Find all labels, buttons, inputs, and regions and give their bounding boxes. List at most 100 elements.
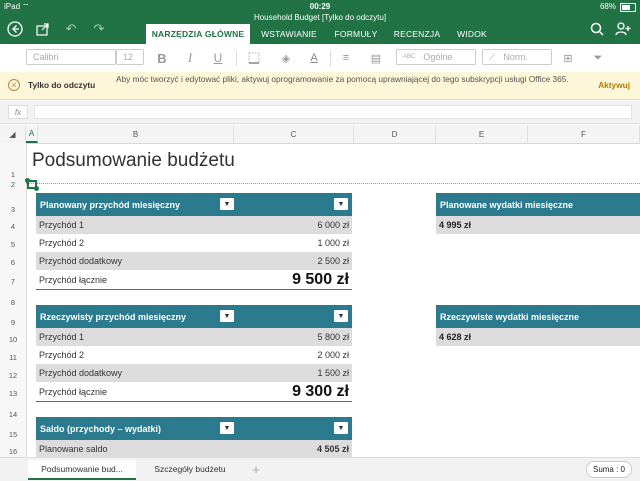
row-label: Przychód 1 [39, 220, 85, 230]
row-label: Przychód 2 [39, 350, 85, 360]
row-label: Przychód 1 [39, 332, 85, 342]
chevron-down-icon[interactable]: ▼ [334, 422, 348, 434]
font-color-icon[interactable]: A [306, 50, 322, 66]
sheet-tab-summary[interactable]: Podsumowanie bud... [28, 460, 136, 480]
chevron-down-icon[interactable]: ▼ [220, 422, 234, 434]
back-icon[interactable] [6, 20, 24, 38]
column-headers: ◢ A B C D E F [0, 125, 640, 144]
cell-style-value: Norm. [503, 52, 528, 62]
bold-button[interactable]: B [154, 50, 170, 66]
add-person-icon[interactable] [614, 20, 632, 38]
tab-view[interactable]: WIDOK [450, 24, 494, 44]
sheet-tab-details[interactable]: Szczegóły budżetu [140, 460, 240, 478]
readonly-message-bar: × Tylko do odczytu Aby móc tworzyć i edy… [0, 72, 640, 100]
row-header[interactable]: 10 [0, 335, 26, 344]
chevron-down-icon[interactable]: ▼ [334, 310, 348, 322]
undo-icon[interactable]: ↶ [62, 20, 80, 38]
select-all-corner[interactable]: ◢ [0, 125, 26, 143]
font-size-box[interactable]: 12 [116, 49, 144, 65]
row-label: Przychód dodatkowy [39, 256, 123, 266]
row-header[interactable]: 15 [0, 430, 26, 439]
row-value: 2 000 zł [317, 350, 349, 360]
row-value: 1 500 zł [317, 368, 349, 378]
row-header[interactable]: 12 [0, 371, 26, 380]
row-header[interactable]: 11 [0, 353, 26, 362]
row-header[interactable]: 7 [0, 277, 26, 286]
column-header-d[interactable]: D [354, 125, 436, 143]
ribbon-divider [236, 50, 237, 66]
row-header[interactable]: 8 [0, 298, 26, 307]
italic-button[interactable]: I [182, 50, 198, 66]
row-value: 4 505 zł [316, 443, 349, 454]
selection-handle[interactable] [25, 178, 30, 183]
total-value: 9 300 zł [292, 382, 349, 400]
share-icon[interactable] [34, 20, 52, 38]
insert-delete-icon[interactable]: ⊞ [560, 50, 576, 66]
row-label: Planowane saldo [39, 443, 108, 454]
tab-insert[interactable]: WSTAWIANIE [252, 24, 326, 44]
formula-bar: fx [0, 101, 640, 124]
actual-expenses-header: Rzeczywiste wydatki miesięczne [436, 305, 640, 328]
readonly-message: Aby móc tworzyć i edytować pliki, aktywu… [116, 74, 569, 84]
total-row: Przychód łącznie 9 300 zł [36, 382, 352, 402]
sheet-tabs-bar: Podsumowanie bud... Szczegóły budżetu + … [0, 457, 640, 481]
formula-input[interactable] [34, 105, 632, 119]
number-format-box[interactable]: ABC Ogólne [396, 49, 476, 65]
chevron-down-icon[interactable]: ▼ [334, 198, 348, 210]
row-label: Przychód 2 [39, 238, 85, 248]
column-header-f[interactable]: F [528, 125, 640, 143]
column-header-b[interactable]: B [38, 125, 234, 143]
borders-icon[interactable] [246, 50, 262, 66]
add-sheet-button[interactable]: + [246, 460, 266, 478]
row-header[interactable]: 4 [0, 222, 26, 231]
table-row: Przychód 1 5 800 zł [36, 328, 352, 346]
chevron-down-icon[interactable]: ▼ [220, 310, 234, 322]
tab-home[interactable]: NARZĘDZIA GŁÓWNE [146, 24, 250, 44]
row-header[interactable]: 6 [0, 258, 26, 267]
number-format-value: Ogólne [423, 52, 453, 62]
table-row: Przychód 2 1 000 zł [36, 234, 352, 252]
close-icon[interactable]: × [8, 79, 20, 91]
row-header[interactable]: 13 [0, 389, 26, 398]
font-name-box[interactable]: Calibri [26, 49, 116, 65]
cell-style-box[interactable]: ⟋ Norm. [482, 49, 552, 65]
ribbon: Calibri 12 B I U ◈ A ≡ ▤ ABC Ogólne ⟋ No… [0, 44, 640, 73]
activate-button[interactable]: Aktywuj [598, 80, 630, 90]
wrap-text-icon[interactable]: ▤ [368, 50, 384, 66]
page-break-line [26, 183, 640, 184]
search-icon[interactable] [588, 20, 606, 38]
row-header[interactable]: 16 [0, 447, 26, 456]
sort-filter-icon[interactable]: ⏷ [590, 50, 606, 66]
row-header[interactable]: 14 [0, 410, 26, 419]
abc-icon: ABC [403, 54, 416, 60]
column-header-e[interactable]: E [436, 125, 528, 143]
balance-header-label: Saldo (przychody – wydatki) [40, 423, 162, 434]
ribbon-divider [330, 50, 331, 66]
tab-review[interactable]: RECENZJA [386, 24, 448, 44]
column-header-a[interactable]: A [26, 125, 38, 143]
fx-button[interactable]: fx [8, 105, 28, 119]
row-header[interactable]: 9 [0, 318, 26, 327]
row-header[interactable]: 5 [0, 240, 26, 249]
align-icon[interactable]: ≡ [338, 50, 354, 66]
total-label: Przychód łącznie [39, 386, 108, 397]
row-value: 6 000 zł [317, 220, 349, 230]
row-value: 2 500 zł [317, 256, 349, 266]
chevron-down-icon[interactable]: ▼ [220, 198, 234, 210]
row-header[interactable]: 2 [0, 180, 26, 189]
title-bar: iPad ⌔ 00:29 68% Household Budget [Tylko… [0, 0, 640, 44]
battery-percent: 68% [599, 2, 616, 11]
underline-button[interactable]: U [210, 50, 226, 66]
row-header[interactable]: 1 [0, 170, 26, 179]
status-sum[interactable]: Suma : 0 [585, 461, 632, 478]
actual-expenses-value: 4 628 zł [436, 328, 640, 346]
table-row: Przychód dodatkowy 1 500 zł [36, 364, 352, 382]
fill-color-icon[interactable]: ◈ [278, 50, 294, 66]
row-header[interactable]: 3 [0, 205, 26, 214]
table-row: Przychód dodatkowy 2 500 zł [36, 252, 352, 270]
column-header-c[interactable]: C [234, 125, 354, 143]
selection-handle[interactable] [34, 186, 39, 191]
battery-icon [620, 3, 636, 12]
tab-formulas[interactable]: FORMUŁY [328, 24, 384, 44]
redo-icon[interactable]: ↷ [90, 20, 108, 38]
